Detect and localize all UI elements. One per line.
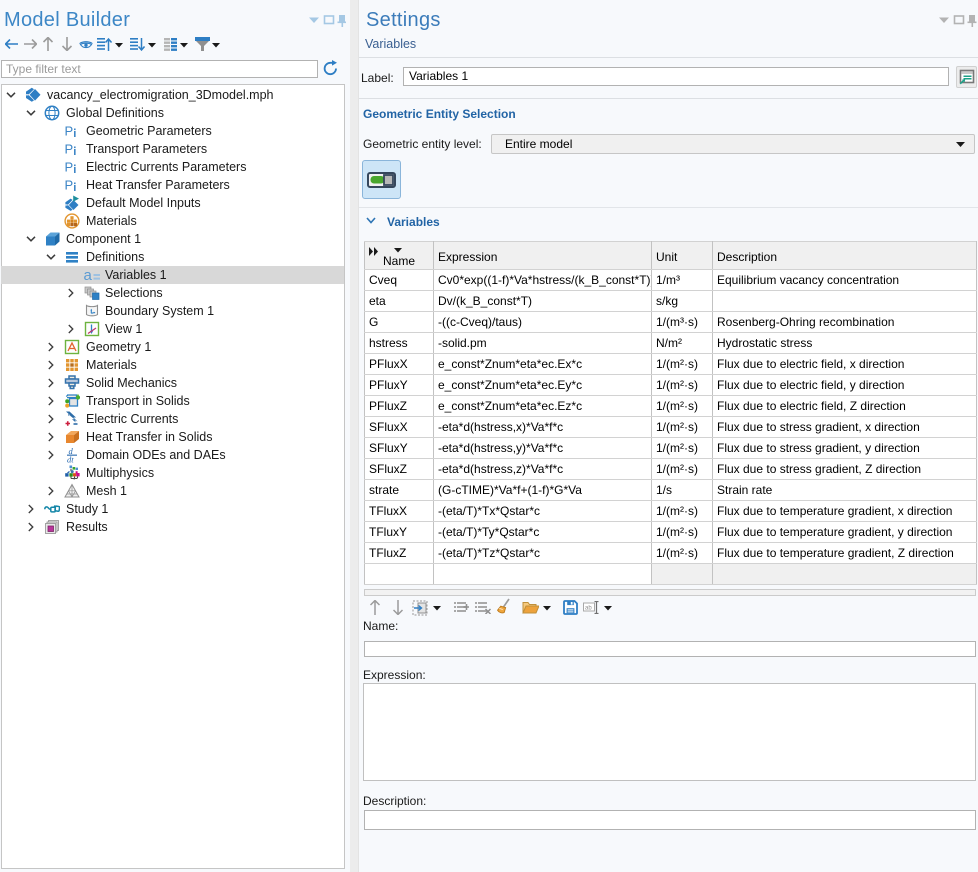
svg-text:P: P: [65, 124, 74, 139]
svg-text:dt: dt: [67, 455, 74, 464]
svg-text:ab: ab: [585, 606, 592, 612]
svg-text:P: P: [65, 178, 74, 193]
svg-text:P: P: [65, 142, 74, 157]
svg-text:a: a: [84, 267, 93, 283]
svg-text:P: P: [65, 160, 74, 175]
